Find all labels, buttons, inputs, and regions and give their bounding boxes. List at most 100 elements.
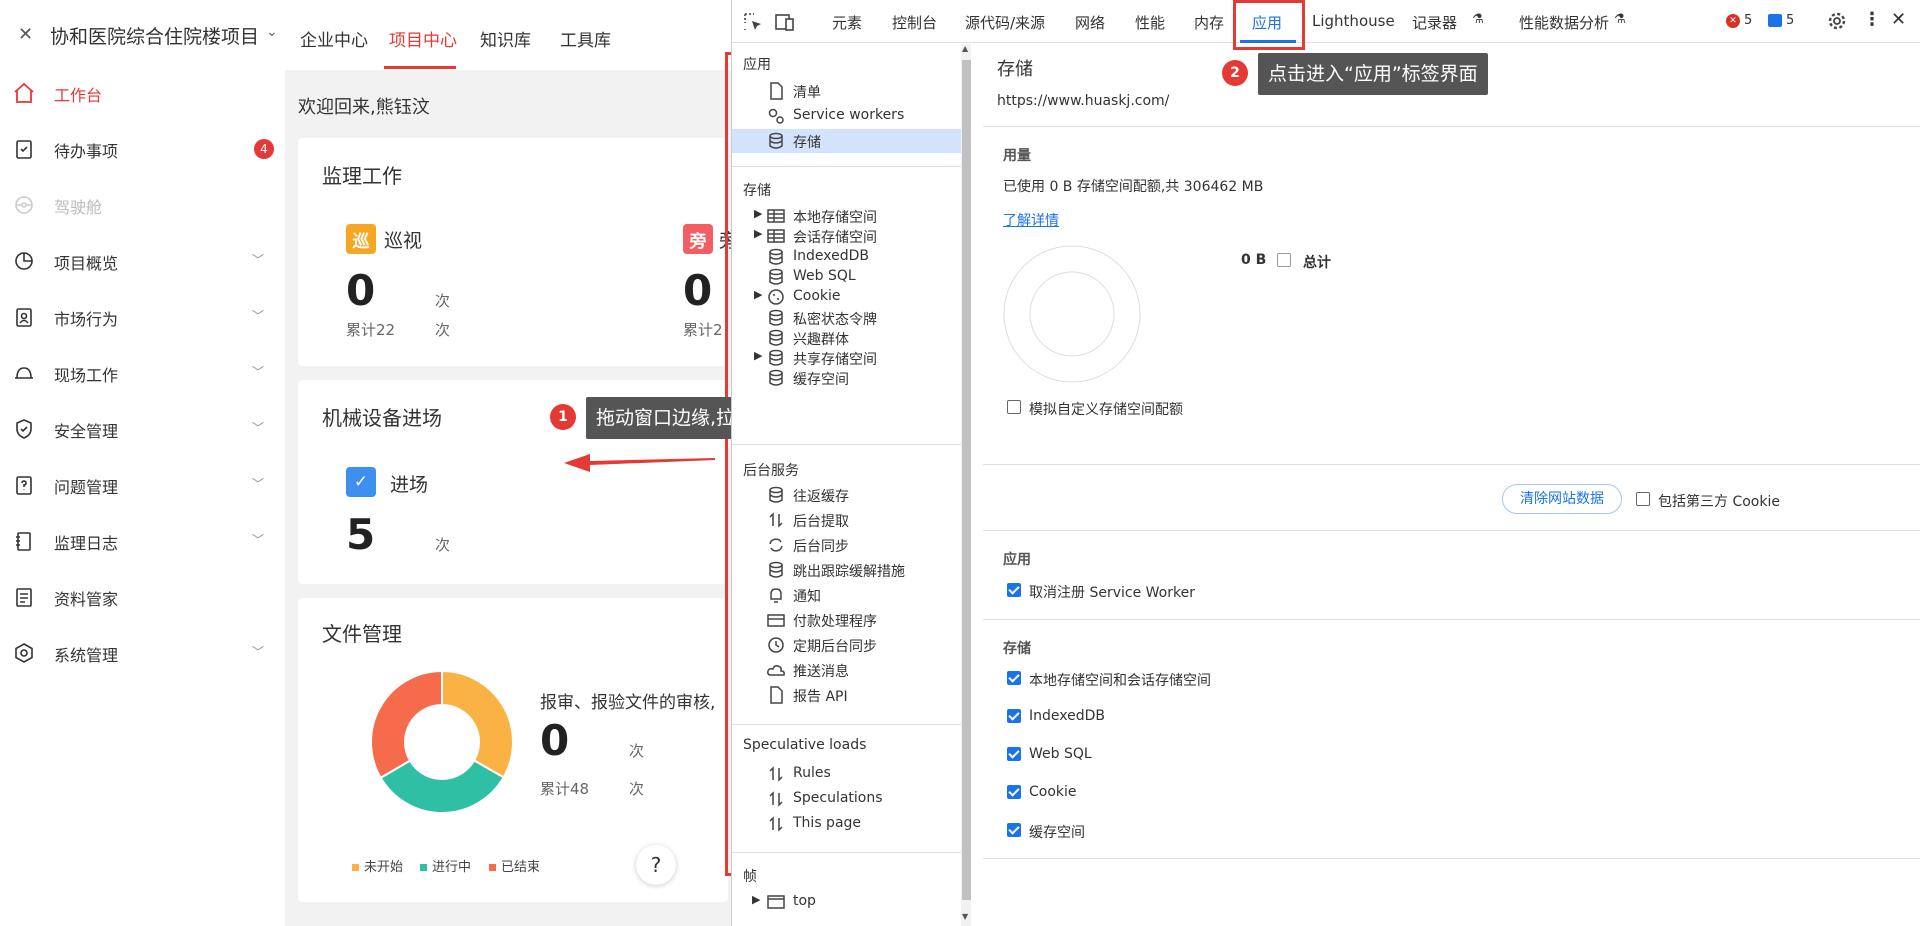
sidebar-item-supervision-log[interactable]: 监理日志 ﹀: [0, 521, 285, 561]
sidebar-item-site-work[interactable]: 现场工作 ﹀: [0, 353, 285, 393]
tab-performance[interactable]: 性能: [1135, 12, 1165, 33]
storage-option-label: 本地存储空间和会话存储空间: [1029, 673, 1211, 689]
sidebar-item-cockpit[interactable]: 驾驶舱: [0, 185, 285, 225]
storage-option-checkbox[interactable]: [1007, 785, 1021, 799]
sidebar-item-label: 驾驶舱: [54, 198, 103, 217]
tab-performance-insights[interactable]: 性能数据分析: [1519, 12, 1609, 33]
storage-option-checkbox[interactable]: [1007, 747, 1021, 761]
sidebar-item-manifest[interactable]: 清单: [732, 79, 961, 103]
storage-option-checkbox[interactable]: [1007, 671, 1021, 685]
storage-option-label: 缓存空间: [1029, 825, 1085, 841]
cloud-icon: [766, 660, 786, 680]
close-icon[interactable]: ✕: [18, 24, 33, 45]
tab-enterprise-center[interactable]: 企业中心: [300, 26, 368, 51]
expand-arrow-icon[interactable]: ▶: [754, 227, 762, 240]
sidebar-item-project-overview[interactable]: 项目概览 ﹀: [0, 241, 285, 281]
tab-network[interactable]: 网络: [1075, 12, 1105, 33]
sidebar-scrollbar-thumb[interactable]: [962, 60, 971, 900]
sidebar-item-spec-1[interactable]: Speculations: [732, 787, 961, 811]
chevron-down-icon[interactable]: ⌄: [266, 24, 278, 40]
sidebar-item-workbench[interactable]: 工作台: [0, 73, 285, 113]
storage-option-checkbox[interactable]: [1007, 709, 1021, 723]
clear-site-data-button[interactable]: 清除网站数据: [1502, 484, 1622, 514]
window-icon: [766, 892, 786, 912]
sidebar-item-bg-2[interactable]: 后台同步: [732, 533, 961, 557]
more-options-icon[interactable]: ⋮: [1863, 9, 1881, 30]
device-toolbar-icon[interactable]: [774, 11, 796, 33]
scroll-up-icon[interactable]: ▲: [962, 44, 968, 53]
expand-arrow-icon[interactable]: ▶: [754, 288, 762, 301]
learn-more-link[interactable]: 了解详情: [1003, 210, 1059, 230]
sidebar-item-label: 付款处理程序: [793, 614, 877, 630]
scroll-down-icon[interactable]: ▼: [962, 912, 968, 921]
expand-arrow-icon[interactable]: ▶: [754, 207, 762, 220]
sidebar-item-system[interactable]: 系统管理 ﹀: [0, 633, 285, 673]
expand-arrow-icon[interactable]: ▶: [754, 349, 762, 362]
gear-icon[interactable]: [1827, 11, 1847, 31]
inspect-element-icon[interactable]: [742, 11, 764, 33]
tab-elements[interactable]: 元素: [832, 12, 862, 33]
tab-recorder[interactable]: 记录器: [1412, 12, 1457, 33]
error-icon[interactable]: ✕: [1726, 14, 1740, 28]
sidebar-item-documents[interactable]: 资料管家: [0, 577, 285, 617]
sidebar-item-safety[interactable]: 安全管理 ﹀: [0, 409, 285, 449]
patrol-label: 巡视: [384, 230, 423, 252]
sidebar-item-bg-4[interactable]: 通知: [732, 583, 961, 607]
storage-option-checkbox[interactable]: [1007, 823, 1021, 837]
unregister-sw-checkbox[interactable]: [1007, 583, 1021, 597]
donut-slice-finished[interactable]: [370, 670, 443, 780]
database-icon: [766, 267, 786, 287]
tab-lighthouse[interactable]: Lighthouse: [1312, 12, 1395, 30]
sidebar-item-label: Web SQL: [793, 267, 856, 284]
tab-project-center[interactable]: 项目中心: [389, 26, 457, 51]
help-button[interactable]: ?: [636, 845, 676, 885]
message-count: 5: [1786, 13, 1795, 28]
steering-wheel-icon: [15, 196, 33, 214]
sidebar-item-service-workers[interactable]: Service workers: [732, 104, 961, 128]
sidebar-item-todo[interactable]: 待办事项 4: [0, 129, 285, 169]
file-icon: [766, 81, 786, 101]
chevron-down-icon: ﹀: [252, 421, 265, 435]
sidebar-item-storage-8[interactable]: 缓存空间: [732, 366, 961, 390]
include-third-party-cookie-checkbox[interactable]: [1636, 492, 1650, 506]
sidebar-item-frame-top[interactable]: ▶ top: [732, 890, 961, 914]
total-color-swatch: [1277, 253, 1291, 267]
sidebar-item-bg-5[interactable]: 付款处理程序: [732, 608, 961, 632]
expand-arrow-icon[interactable]: ▶: [752, 893, 760, 906]
close-icon[interactable]: ✕: [1891, 9, 1906, 30]
review-total: 累计48: [540, 780, 590, 798]
sidebar-item-label: 存储: [793, 135, 821, 151]
message-icon[interactable]: [1768, 14, 1782, 27]
sidebar-item-issues[interactable]: 问题管理 ﹀: [0, 465, 285, 505]
divider: [983, 619, 1920, 620]
bell-icon: [766, 585, 786, 605]
sidebar-item-spec-0[interactable]: Rules: [732, 762, 961, 786]
simulate-quota-checkbox[interactable]: [1007, 400, 1021, 414]
sidebar-item-bg-8[interactable]: 报告 API: [732, 683, 961, 707]
tab-sources[interactable]: 源代码/来源: [965, 12, 1045, 33]
sidebar-item-bg-0[interactable]: 往返缓存: [732, 483, 961, 507]
sidebar-item-storage[interactable]: 存储: [732, 129, 961, 153]
sidebar-item-spec-2[interactable]: This page: [732, 812, 961, 836]
sidebar-item-bg-1[interactable]: 后台提取: [732, 508, 961, 532]
storage-heading: 存储: [1003, 641, 1031, 657]
donut-slice-in-progress[interactable]: [379, 759, 505, 814]
notebook-icon: [16, 532, 31, 551]
tab-tools[interactable]: 工具库: [560, 26, 611, 51]
gears-icon: [766, 106, 786, 126]
divider: [983, 464, 1920, 465]
sidebar-item-bg-3[interactable]: 跳出跟踪缓解措施: [732, 558, 961, 582]
step-2-tooltip: 点击进入“应用”标签界面: [1258, 53, 1488, 95]
sidebar-item-bg-7[interactable]: 推送消息: [732, 658, 961, 682]
tab-console[interactable]: 控制台: [892, 12, 937, 33]
flask-icon: ⚗: [1472, 12, 1484, 27]
legend-label: 未开始: [364, 860, 404, 875]
tab-memory[interactable]: 内存: [1194, 12, 1224, 33]
sidebar-item-bg-6[interactable]: 定期后台同步: [732, 633, 961, 657]
sidebar-item-label: 安全管理: [54, 422, 119, 441]
tab-knowledge-base[interactable]: 知识库: [480, 26, 531, 51]
chevron-down-icon: ﹀: [252, 477, 265, 491]
sidebar-item-label: 缓存空间: [793, 372, 849, 389]
divider: [732, 166, 961, 167]
sidebar-item-market-behavior[interactable]: 市场行为 ﹀: [0, 297, 285, 337]
